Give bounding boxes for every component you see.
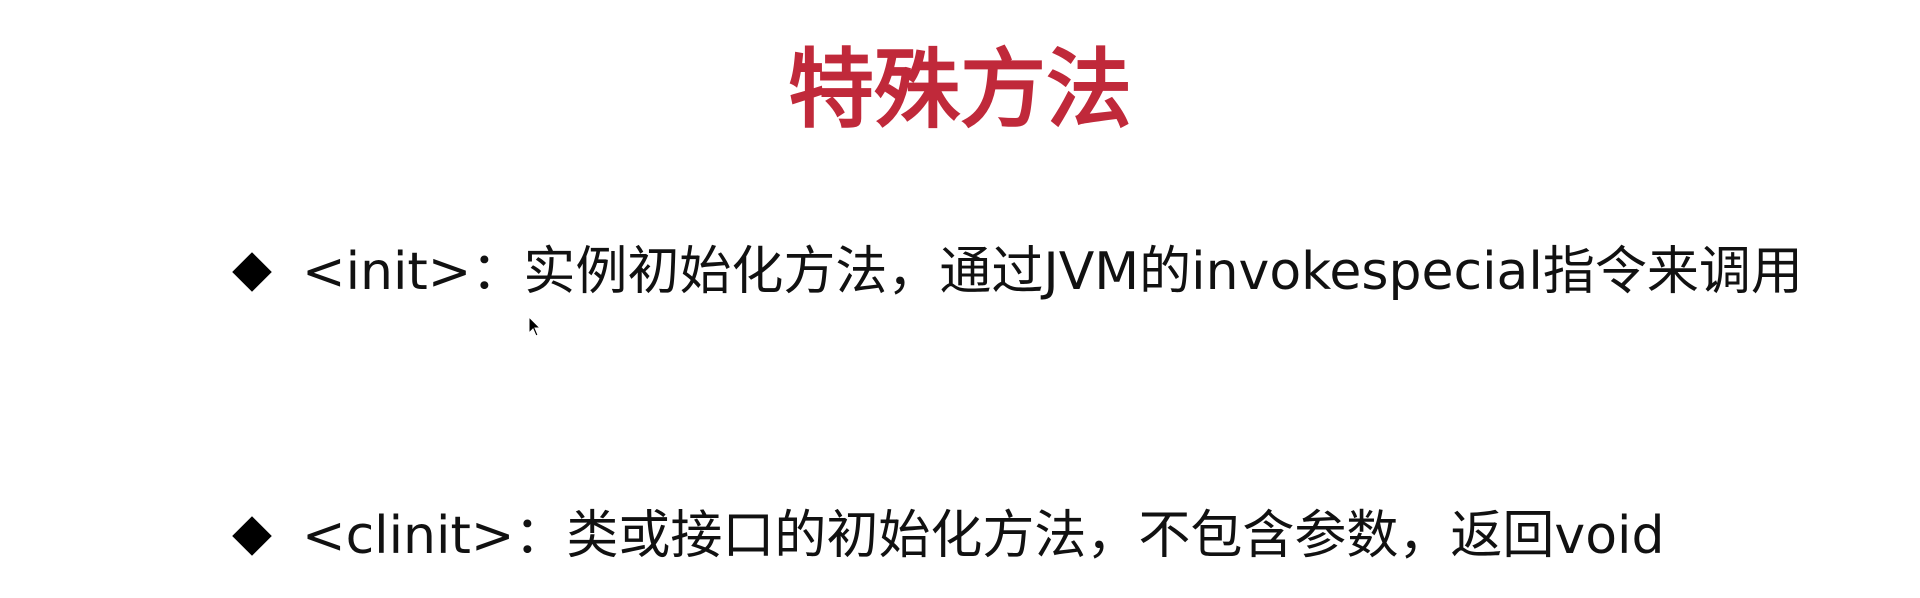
diamond-bullet-icon xyxy=(232,516,272,556)
bullet-item-init: <init>：实例初始化方法，通过JVM的invokespecial指令来调用 xyxy=(230,240,1803,304)
mouse-cursor-icon xyxy=(528,316,542,337)
bullet-text-clinit: <clinit>：类或接口的初始化方法，不包含参数，返回void xyxy=(302,506,1665,566)
bullet-item-clinit: <clinit>：类或接口的初始化方法，不包含参数，返回void xyxy=(230,504,1664,568)
slide-title: 特殊方法 xyxy=(788,40,1132,140)
bullet-text-init: <init>：实例初始化方法，通过JVM的invokespecial指令来调用 xyxy=(302,242,1803,302)
slide: 特殊方法 <init>：实例初始化方法，通过JVM的invokespecial指… xyxy=(0,0,1920,598)
diamond-bullet-icon xyxy=(232,252,272,292)
